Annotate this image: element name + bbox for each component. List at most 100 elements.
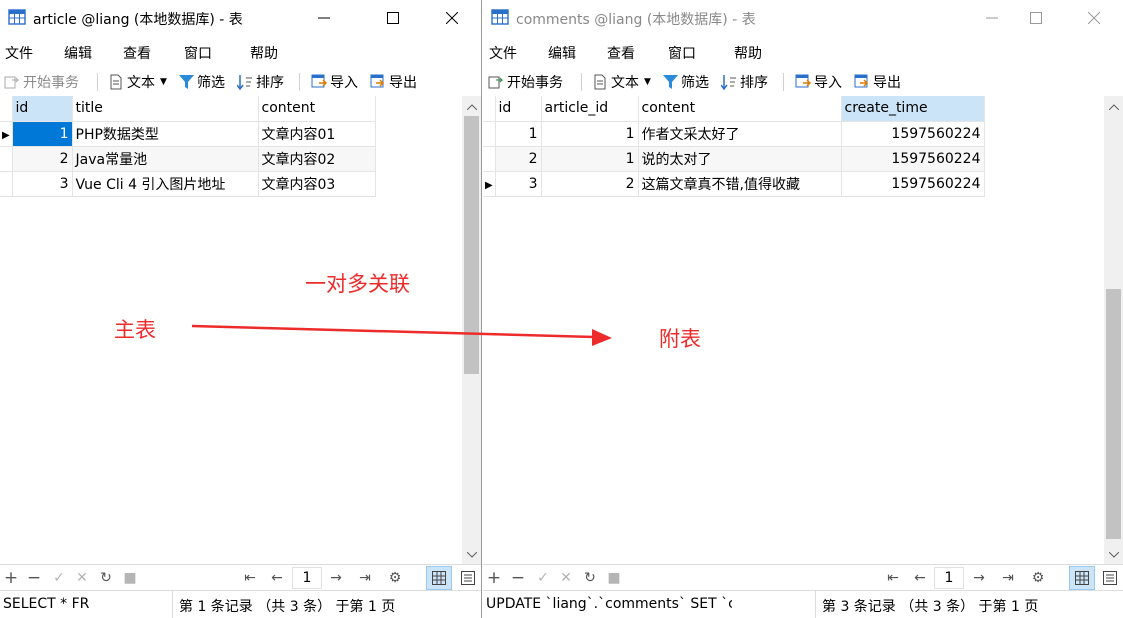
table-row[interactable]: ▶ 1 PHP数据类型 文章内容01 bbox=[0, 121, 376, 147]
form-view-button[interactable] bbox=[455, 566, 481, 590]
settings-icon[interactable]: ⚙ bbox=[1028, 568, 1048, 588]
cell-create-time[interactable]: 1597560224 bbox=[841, 171, 985, 197]
cell-id[interactable]: 3 bbox=[12, 171, 73, 197]
column-header-id[interactable]: id bbox=[495, 96, 542, 122]
stop-icon[interactable]: ■ bbox=[120, 568, 140, 588]
form-view-button[interactable] bbox=[1097, 566, 1123, 590]
cell-id[interactable]: 3 bbox=[495, 171, 542, 197]
next-page-icon[interactable]: → bbox=[326, 568, 346, 588]
text-button[interactable]: 文本 ▼ bbox=[108, 71, 167, 93]
export-button[interactable]: 导出 bbox=[854, 71, 901, 93]
minimize-button[interactable] bbox=[969, 0, 1015, 36]
sort-icon bbox=[237, 75, 252, 90]
column-header-content[interactable]: content bbox=[638, 96, 842, 122]
minimize-button[interactable] bbox=[301, 0, 347, 36]
settings-icon[interactable]: ⚙ bbox=[385, 568, 405, 588]
last-page-icon[interactable]: ⇥ bbox=[355, 568, 375, 588]
cell-content[interactable]: 作者文采太好了 bbox=[638, 121, 842, 147]
page-number-input[interactable] bbox=[292, 567, 322, 589]
text-label: 文本 bbox=[611, 75, 639, 91]
cell-id[interactable]: 1 bbox=[495, 121, 542, 147]
menu-help[interactable]: 帮助 bbox=[734, 43, 762, 63]
close-button[interactable] bbox=[1071, 0, 1117, 36]
cell-content[interactable]: 文章内容01 bbox=[258, 121, 376, 147]
cell-id[interactable]: 2 bbox=[12, 146, 73, 172]
header-row: id article_id content create_time bbox=[483, 96, 985, 122]
table-row[interactable]: 1 1 作者文采太好了 1597560224 bbox=[483, 121, 985, 147]
cell-article-id[interactable]: 1 bbox=[541, 121, 639, 147]
cell-content[interactable]: 这篇文章真不错,值得收藏 bbox=[638, 171, 842, 197]
export-button[interactable]: 导出 bbox=[370, 71, 417, 93]
add-record-icon[interactable]: + bbox=[1, 568, 21, 588]
cell-create-time[interactable]: 1597560224 bbox=[841, 146, 985, 172]
import-button[interactable]: 导入 bbox=[795, 71, 842, 93]
sort-button[interactable]: 排序 bbox=[237, 71, 284, 93]
cell-id[interactable]: 2 bbox=[495, 146, 542, 172]
cell-content[interactable]: 文章内容03 bbox=[258, 171, 376, 197]
last-page-icon[interactable]: ⇥ bbox=[998, 568, 1018, 588]
table-row[interactable]: 2 1 说的太对了 1597560224 bbox=[483, 146, 985, 172]
scroll-down-icon[interactable] bbox=[462, 546, 481, 563]
delete-record-icon[interactable]: − bbox=[24, 568, 44, 588]
grid-view-button[interactable] bbox=[1069, 566, 1095, 590]
sort-button[interactable]: 排序 bbox=[721, 71, 768, 93]
table-row[interactable]: ▶ 3 2 这篇文章真不错,值得收藏 1597560224 bbox=[483, 171, 985, 197]
cell-article-id[interactable]: 1 bbox=[541, 146, 639, 172]
menu-file[interactable]: 文件 bbox=[489, 43, 517, 63]
cell-id[interactable]: 1 bbox=[12, 121, 73, 147]
refresh-icon[interactable]: ↻ bbox=[580, 568, 600, 588]
filter-button[interactable]: 筛选 bbox=[179, 71, 225, 93]
discard-icon[interactable]: ✕ bbox=[556, 568, 576, 588]
discard-icon[interactable]: ✕ bbox=[72, 568, 92, 588]
maximize-button[interactable] bbox=[370, 0, 416, 36]
table-row[interactable]: 2 Java常量池 文章内容02 bbox=[0, 146, 376, 172]
scroll-down-icon[interactable] bbox=[1104, 546, 1123, 563]
table-row[interactable]: 3 Vue Cli 4 引入图片地址 文章内容03 bbox=[0, 171, 376, 197]
apply-icon[interactable]: ✓ bbox=[49, 568, 69, 588]
delete-record-icon[interactable]: − bbox=[508, 568, 528, 588]
filter-button[interactable]: 筛选 bbox=[663, 71, 709, 93]
window-title: comments @liang (本地数据库) - 表 bbox=[516, 12, 756, 28]
cell-article-id[interactable]: 2 bbox=[541, 171, 639, 197]
next-page-icon[interactable]: → bbox=[969, 568, 989, 588]
grid-view-button[interactable] bbox=[426, 566, 452, 590]
begin-transaction-button[interactable]: 开始事务 bbox=[488, 71, 563, 93]
add-record-icon[interactable]: + bbox=[484, 568, 504, 588]
menu-view[interactable]: 查看 bbox=[607, 43, 635, 63]
text-button[interactable]: 文本 ▼ bbox=[592, 71, 651, 93]
column-header-title[interactable]: title bbox=[72, 96, 259, 122]
menu-view[interactable]: 查看 bbox=[123, 43, 151, 63]
cell-content[interactable]: 说的太对了 bbox=[638, 146, 842, 172]
maximize-button[interactable] bbox=[1013, 0, 1059, 36]
column-header-article-id[interactable]: article_id bbox=[541, 96, 639, 122]
scroll-up-icon[interactable] bbox=[462, 98, 481, 115]
menu-window[interactable]: 窗口 bbox=[184, 43, 212, 63]
column-header-create-time[interactable]: create_time bbox=[841, 96, 985, 122]
column-header-content[interactable]: content bbox=[258, 96, 376, 122]
prev-page-icon[interactable]: ← bbox=[910, 568, 930, 588]
menu-help[interactable]: 帮助 bbox=[250, 43, 278, 63]
vertical-scrollbar[interactable] bbox=[1104, 96, 1123, 565]
scroll-thumb[interactable] bbox=[1106, 289, 1121, 539]
stop-icon[interactable]: ■ bbox=[604, 568, 624, 588]
page-number-input[interactable] bbox=[934, 567, 964, 589]
first-page-icon[interactable]: ⇤ bbox=[240, 568, 260, 588]
scroll-up-icon[interactable] bbox=[1104, 98, 1123, 115]
menu-file[interactable]: 文件 bbox=[5, 43, 33, 63]
refresh-icon[interactable]: ↻ bbox=[96, 568, 116, 588]
import-button[interactable]: 导入 bbox=[311, 71, 358, 93]
close-button[interactable] bbox=[429, 0, 475, 36]
column-header-id[interactable]: id bbox=[12, 96, 73, 122]
menu-edit[interactable]: 编辑 bbox=[548, 43, 576, 63]
first-page-icon[interactable]: ⇤ bbox=[883, 568, 903, 588]
cell-create-time[interactable]: 1597560224 bbox=[841, 121, 985, 147]
prev-page-icon[interactable]: ← bbox=[267, 568, 287, 588]
apply-icon[interactable]: ✓ bbox=[533, 568, 553, 588]
cell-content[interactable]: 文章内容02 bbox=[258, 146, 376, 172]
menu-edit[interactable]: 编辑 bbox=[64, 43, 92, 63]
begin-transaction-button[interactable]: 开始事务 bbox=[4, 71, 79, 93]
cell-title[interactable]: Vue Cli 4 引入图片地址 bbox=[72, 171, 259, 197]
cell-title[interactable]: PHP数据类型 bbox=[72, 121, 259, 147]
menu-window[interactable]: 窗口 bbox=[668, 43, 696, 63]
cell-title[interactable]: Java常量池 bbox=[72, 146, 259, 172]
